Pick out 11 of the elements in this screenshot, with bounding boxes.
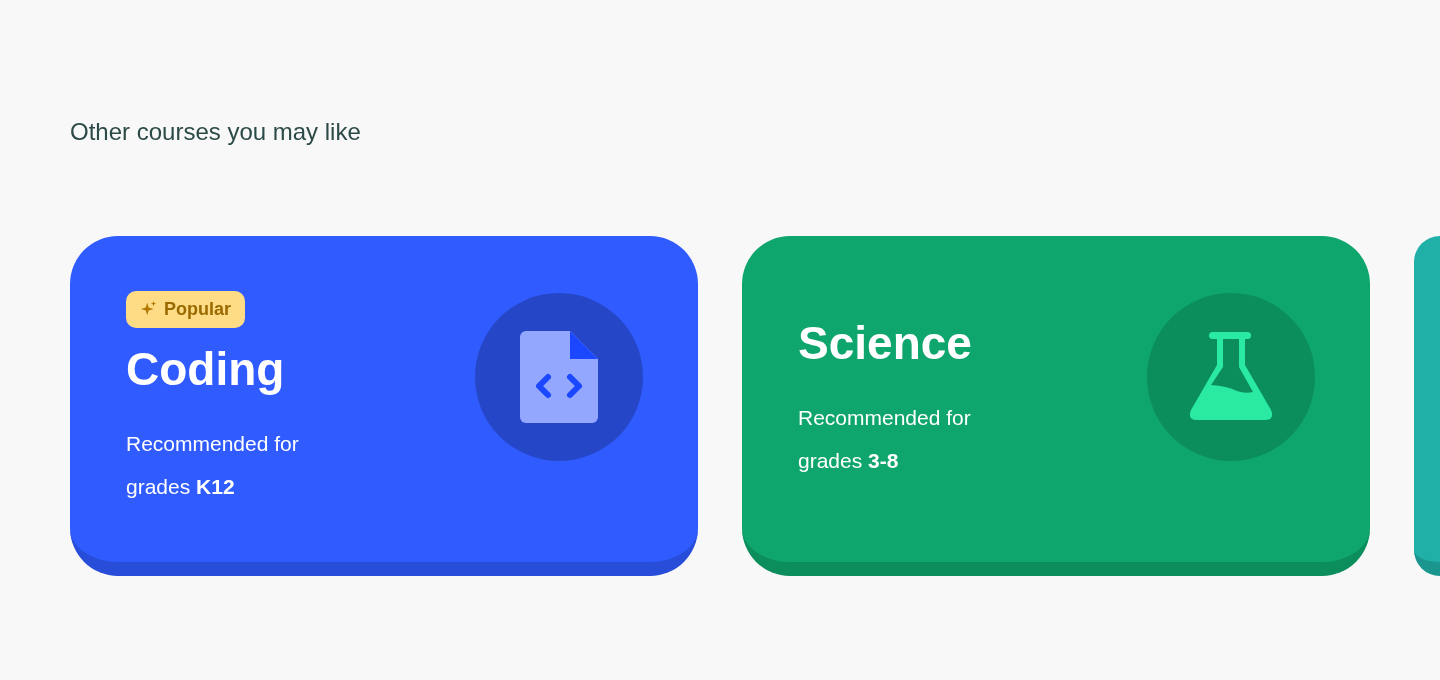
recommendation-text: Recommended for grades 3-8 xyxy=(798,405,972,474)
course-card[interactable]: Popular Coding Recommended for grades K12 xyxy=(70,236,698,576)
course-card[interactable] xyxy=(1414,236,1440,576)
section-heading: Other courses you may like xyxy=(70,118,362,146)
recommendation-text: Recommended for grades K12 xyxy=(126,430,300,500)
code-file-icon xyxy=(520,331,598,423)
flask-icon xyxy=(1187,332,1275,422)
course-title: Coding xyxy=(126,341,285,396)
course-title: Science xyxy=(798,316,972,370)
course-card[interactable]: Science Recommended for grades 3-8 xyxy=(742,236,1370,576)
badge-label: Popular xyxy=(164,298,231,320)
